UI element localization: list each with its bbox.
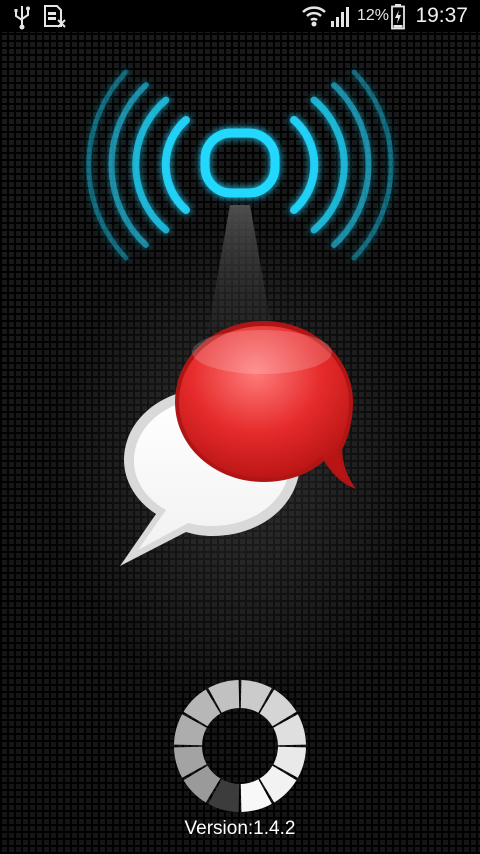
loading-spinner-icon (174, 680, 306, 812)
splash-artwork (86, 69, 394, 812)
chat-bubbles-icon (120, 321, 356, 566)
antenna-mast (208, 205, 272, 330)
splash-screen: 12% 19:37 Version:1.4.2 (0, 0, 480, 854)
version-label: Version:1.4.2 (184, 818, 296, 839)
